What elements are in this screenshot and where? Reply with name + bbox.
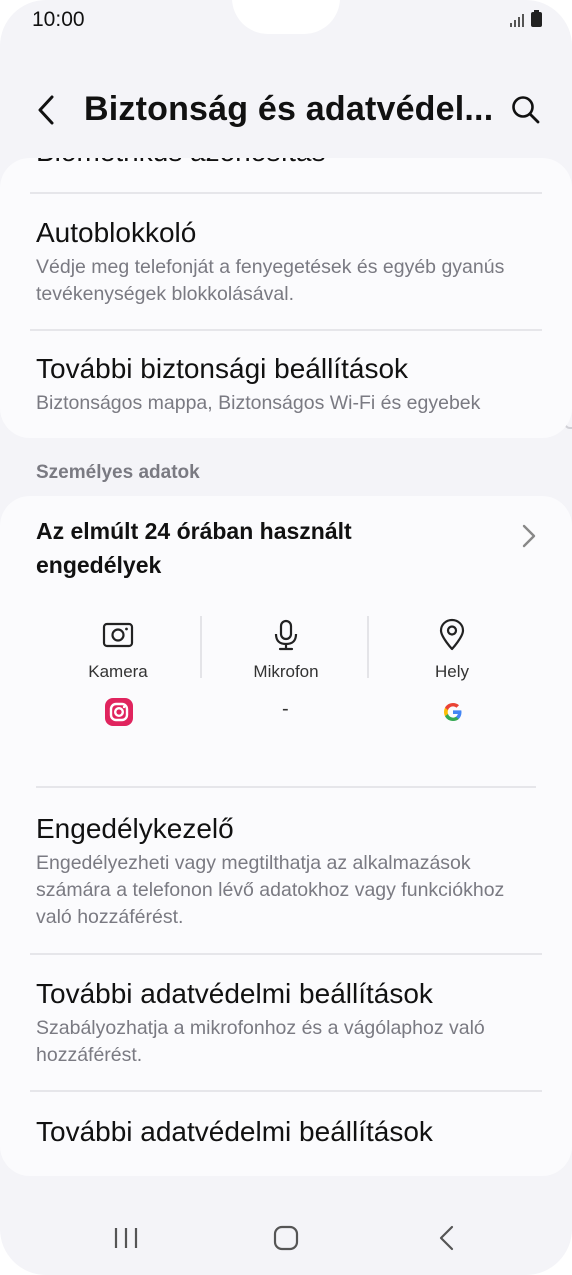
item-title: Engedélykezelő (36, 813, 234, 844)
recent-apps-icon[interactable] (113, 1226, 139, 1250)
permission-label: Kamera (88, 662, 148, 681)
permission-camera[interactable]: Kamera (34, 618, 202, 682)
section-header: Személyes adatok (36, 462, 200, 483)
instagram-app-icon[interactable] (105, 698, 133, 726)
divider (36, 786, 536, 788)
item-title: További adatvédelmi beállítások (36, 1116, 433, 1147)
battery-icon (531, 10, 542, 27)
security-settings-card: Biometrikus azonosítás Autoblokkoló Védj… (0, 158, 572, 438)
item-subtitle: Biztonságos mappa, Biztonságos Wi-Fi és … (36, 392, 481, 414)
personal-data-card: Az elmúlt 24 órában használt engedélyek … (0, 496, 572, 1176)
back-nav-icon[interactable] (436, 1224, 458, 1252)
no-app-dash: - (282, 698, 289, 720)
google-app-icon[interactable] (439, 698, 467, 726)
home-icon[interactable] (273, 1225, 299, 1251)
permission-label: Hely (434, 662, 469, 681)
back-arrow-icon[interactable] (30, 92, 66, 128)
item-title: További adatvédelmi beállítások (36, 978, 433, 1009)
more-privacy-settings-item[interactable]: További adatvédelmi beállítások Szabályo… (36, 977, 536, 1069)
item-title: Autoblokkoló (36, 217, 197, 248)
status-icons (510, 10, 542, 27)
search-icon[interactable] (510, 94, 542, 126)
autoblocker-item[interactable]: Autoblokkoló Védje meg telefonját a feny… (36, 216, 536, 308)
item-title: További biztonsági beállítások (36, 353, 409, 384)
status-time: 10:00 (32, 8, 85, 31)
app-bar: Biztonság és adatvédel... (0, 80, 572, 144)
more-security-settings-item[interactable]: További biztonsági beállítások Biztonság… (36, 352, 536, 417)
navigation-bar (0, 1200, 572, 1275)
item-subtitle: Engedélyezheti vagy megtilthatja az alka… (36, 852, 505, 928)
microphone-icon (274, 619, 298, 651)
camera-notch (232, 0, 340, 34)
permissions-used-title[interactable]: Az elmúlt 24 órában használt engedélyek (36, 514, 476, 582)
item-subtitle: Szabályozhatja a mikrofonhoz és a vágóla… (36, 1017, 485, 1066)
page-title: Biztonság és adatvédel... (84, 90, 494, 128)
permission-location[interactable]: Hely (368, 618, 536, 682)
permission-microphone[interactable]: Mikrofon (202, 618, 370, 682)
location-icon (439, 618, 465, 651)
cut-off-item-title[interactable]: Biometrikus azonosítás (36, 158, 325, 168)
chevron-right-icon[interactable] (518, 522, 540, 550)
permission-manager-item[interactable]: Engedélykezelő Engedélyezheti vagy megti… (36, 812, 536, 931)
divider (30, 329, 542, 331)
signal-icon (510, 14, 524, 27)
divider (30, 1090, 542, 1092)
more-privacy-settings-item-2[interactable]: További adatvédelmi beállítások (36, 1115, 536, 1149)
item-subtitle: Védje meg telefonját a fenyegetések és e… (36, 256, 505, 305)
phone-screen: 10:00 Biztonság és adatvédel... Biometri… (0, 0, 572, 1275)
camera-icon (102, 622, 134, 648)
divider (30, 953, 542, 955)
permission-label: Mikrofon (253, 662, 319, 681)
divider (30, 192, 542, 194)
